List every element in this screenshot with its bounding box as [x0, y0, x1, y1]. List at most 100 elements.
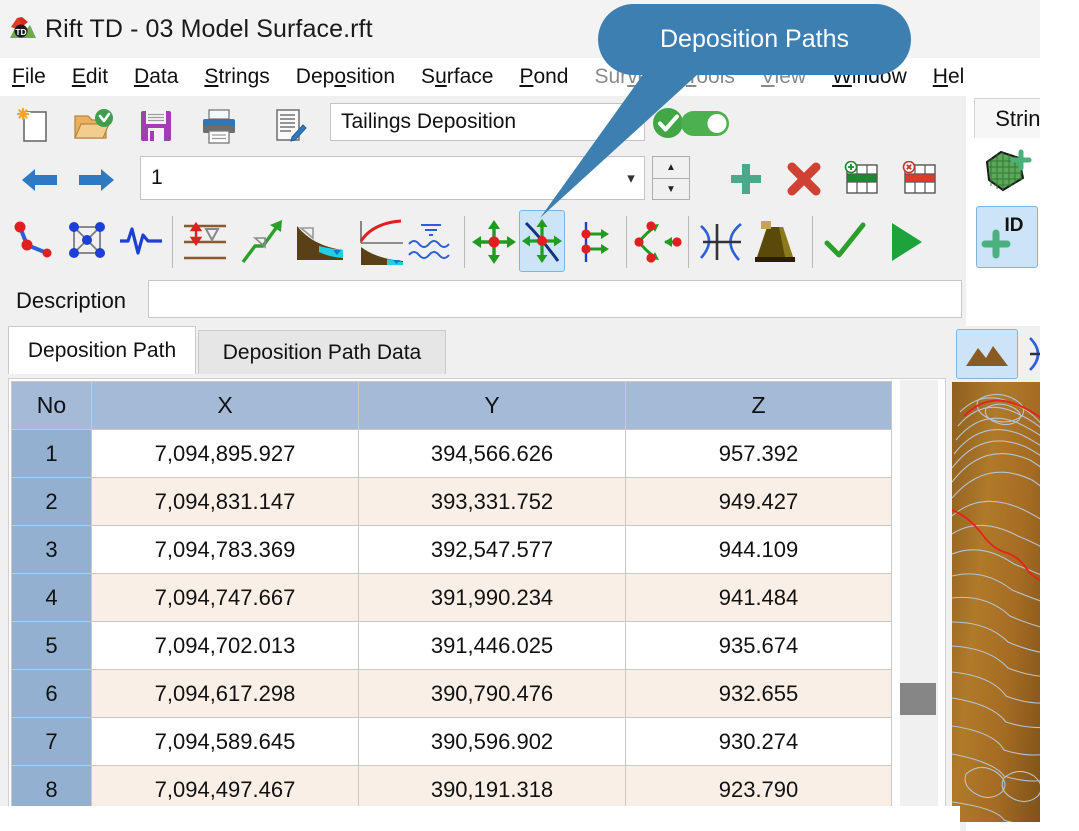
beach-levels-icon[interactable] — [178, 212, 232, 272]
profile-curve-icon[interactable] — [352, 214, 408, 270]
table-row[interactable]: 5 7,094,702.013 391,446.025 935.674 — [11, 621, 892, 670]
torn-edge-right — [1040, 0, 1079, 831]
cross-spread-icon[interactable] — [468, 214, 520, 270]
callout-bubble: Deposition Paths — [598, 4, 911, 75]
row-number[interactable]: 3 — [11, 525, 92, 574]
table-row[interactable]: 4 7,094,747.667 391,990.234 941.484 — [11, 573, 892, 622]
tab-deposition-path[interactable]: Deposition Path — [8, 326, 196, 374]
row-number[interactable]: 7 — [11, 717, 92, 766]
menu-help[interactable]: Hel — [933, 65, 965, 89]
arrow-left-icon[interactable] — [16, 158, 64, 202]
insert-row-green-icon[interactable] — [838, 158, 886, 202]
cell-x[interactable]: 7,094,589.645 — [91, 717, 359, 766]
column-header-no[interactable]: No — [11, 381, 92, 430]
column-header-y[interactable]: Y — [358, 381, 626, 430]
tab-strip: Deposition Path Deposition Path Data — [0, 324, 966, 374]
table-vertical-scrollbar[interactable] — [900, 380, 938, 830]
tab-deposition-path-data-label: Deposition Path Data — [222, 340, 422, 364]
new-file-icon[interactable] — [8, 102, 60, 150]
column-header-z[interactable]: Z — [625, 381, 892, 430]
callout-text: Deposition Paths — [659, 25, 849, 53]
waveform-icon[interactable] — [116, 214, 166, 270]
cell-z[interactable]: 949.427 — [625, 477, 892, 526]
row-number[interactable]: 4 — [11, 573, 92, 622]
row-number[interactable]: 2 — [11, 477, 92, 526]
cell-y[interactable]: 390,790.476 — [358, 669, 626, 718]
cell-y[interactable]: 394,566.626 — [358, 429, 626, 478]
row-number[interactable]: 5 — [11, 621, 92, 670]
menu-data[interactable]: Data — [134, 65, 178, 89]
table-row[interactable]: 6 7,094,617.298 390,790.476 932.655 — [11, 669, 892, 718]
embankment-icon[interactable] — [748, 214, 804, 270]
print-icon[interactable] — [192, 102, 246, 150]
cell-x[interactable]: 7,094,783.369 — [91, 525, 359, 574]
svg-text:ID: ID — [1005, 215, 1024, 236]
toolbar-row-nav: 1 ▾ ▲ ▼ — [0, 154, 966, 206]
menu-file[interactable]: File — [12, 65, 46, 89]
deposition-path-table: No X Y Z 1 7,094,895.927 394,566.626 957… — [8, 378, 946, 831]
tab-deposition-path-label: Deposition Path — [27, 338, 177, 362]
toolbar-separator-1 — [172, 216, 173, 268]
cell-x[interactable]: 7,094,702.013 — [91, 621, 359, 670]
menu-edit[interactable]: Edit — [72, 65, 108, 89]
axis-intersect-icon[interactable] — [694, 214, 748, 270]
cell-y[interactable]: 391,446.025 — [358, 621, 626, 670]
mesh-nodes-icon[interactable] — [62, 214, 112, 270]
toolbar-separator-5 — [812, 216, 813, 268]
table-row[interactable]: 1 7,094,895.927 394,566.626 957.392 — [11, 429, 892, 478]
delete-row-red-icon[interactable] — [896, 158, 944, 202]
plus-add-icon[interactable] — [722, 156, 770, 202]
cell-z[interactable]: 932.655 — [625, 669, 892, 718]
cell-x[interactable]: 7,094,831.147 — [91, 477, 359, 526]
terrain-td-icon: TD — [8, 14, 38, 44]
cell-x[interactable]: 7,094,617.298 — [91, 669, 359, 718]
terrain-surface-icon[interactable] — [956, 329, 1018, 379]
row-number[interactable]: 6 — [11, 669, 92, 718]
cell-x[interactable]: 7,094,747.667 — [91, 573, 359, 622]
table-row[interactable]: 2 7,094,831.147 393,331.752 949.427 — [11, 477, 892, 526]
tab-deposition-path-data[interactable]: Deposition Path Data — [198, 330, 446, 374]
cell-z-selected[interactable]: 957.392 — [625, 429, 892, 478]
edit-report-icon[interactable] — [262, 102, 316, 150]
apply-check-icon[interactable] — [818, 214, 872, 270]
cell-x[interactable]: 7,094,895.927 — [91, 429, 359, 478]
cell-z[interactable]: 944.109 — [625, 525, 892, 574]
menu-strings[interactable]: Strings — [204, 65, 269, 89]
red-x-delete-icon[interactable] — [780, 156, 828, 202]
toolbar-separator-2 — [464, 216, 465, 268]
path-offsets-icon[interactable] — [572, 214, 620, 270]
beach-profile-icon[interactable] — [292, 214, 348, 270]
cell-z[interactable]: 930.274 — [625, 717, 892, 766]
cell-y[interactable]: 391,990.234 — [358, 573, 626, 622]
cell-z[interactable]: 941.484 — [625, 573, 892, 622]
cell-y[interactable]: 392,547.577 — [358, 525, 626, 574]
save-icon[interactable] — [130, 102, 182, 150]
toolbar-row-tools — [0, 206, 966, 278]
window-title: Rift TD - 03 Model Surface.rft — [45, 14, 373, 43]
run-play-icon[interactable] — [878, 214, 932, 270]
cell-y[interactable]: 393,331.752 — [358, 477, 626, 526]
table-row[interactable]: 7 7,094,589.645 390,596.902 930.274 — [11, 717, 892, 766]
row-number[interactable]: 1 — [11, 429, 92, 478]
cell-y[interactable]: 390,596.902 — [358, 717, 626, 766]
menu-deposition[interactable]: Deposition — [296, 65, 395, 89]
add-id-icon[interactable]: ID — [976, 206, 1038, 268]
toolbar-separator-3 — [626, 216, 627, 268]
water-waves-icon[interactable] — [404, 214, 458, 270]
rising-slope-icon[interactable] — [236, 212, 290, 272]
table-row[interactable]: 3 7,094,783.369 392,547.577 944.109 — [11, 525, 892, 574]
column-header-x[interactable]: X — [91, 381, 359, 430]
table-header-row: No X Y Z — [11, 381, 892, 430]
description-input[interactable] — [148, 280, 962, 318]
table-scrollbar-thumb[interactable] — [900, 683, 936, 715]
cell-z[interactable]: 935.674 — [625, 621, 892, 670]
description-label: Description — [16, 288, 127, 313]
branch-paths-icon[interactable] — [630, 214, 684, 270]
arrow-right-icon[interactable] — [72, 158, 120, 202]
menu-surface[interactable]: Surface — [421, 65, 493, 89]
torn-edge-bottom — [0, 806, 960, 831]
open-folder-icon[interactable] — [68, 102, 120, 150]
add-polygon-string-icon[interactable] — [980, 144, 1036, 200]
toolbar-separator-4 — [688, 216, 689, 268]
polyline-string-icon[interactable] — [8, 214, 58, 270]
